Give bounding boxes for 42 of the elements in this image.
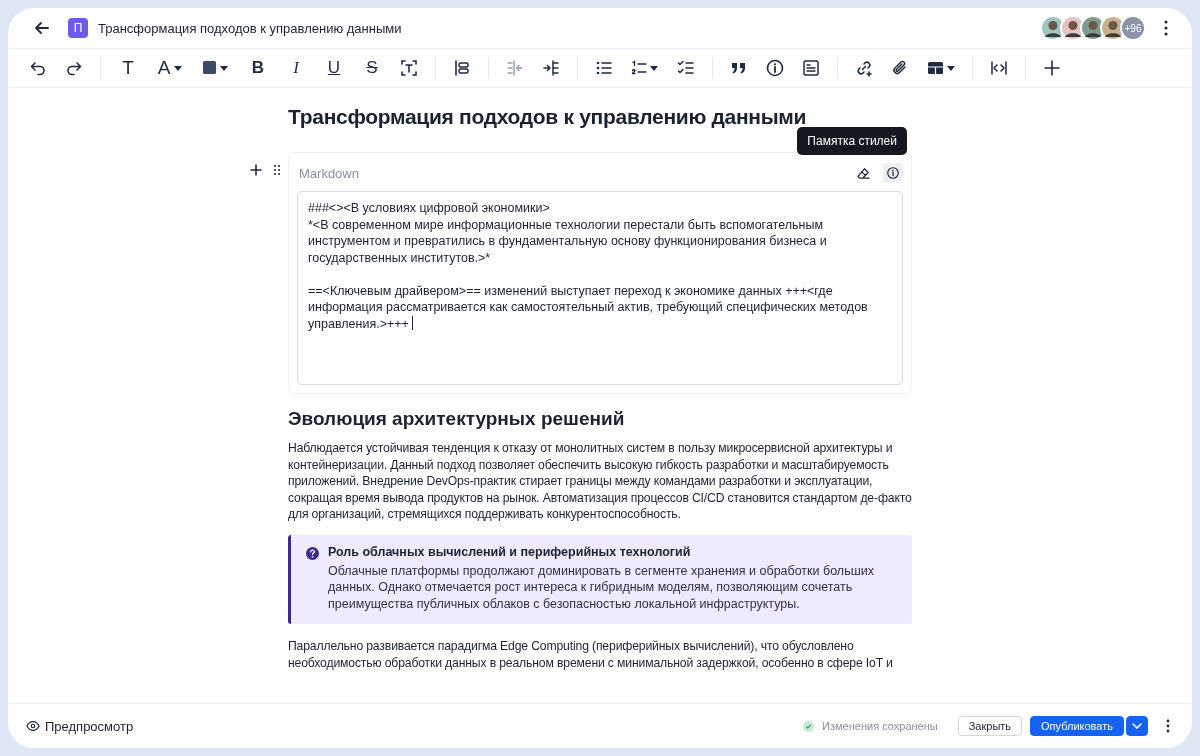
markdown-input[interactable]: ###<><В условиях цифровой экономики> *<В современном мире информационные технологии перестали быть вспомогательным инструментом и превратились в фундаментальную основу функционирования бизнеса и государственных институтов.>* ==<Ключевым драйвером>== изменений выступает переход к экономике данных +++<где информация рассматривается как самостоятельный актив, требующий специфических методов управления.>+++	[297, 191, 903, 385]
callout-text: Облачные платформы продолжают доминировать в сегменте хранения и обработки больших данных. Однако отмечается рост интереса к гибридным моделям, позволяющим сочетать преимущества публичных облаков с безопасностью локальной инфраструктуры.	[328, 562, 875, 612]
text-frame-icon[interactable]	[399, 58, 419, 78]
dropdown-button[interactable]	[1126, 716, 1148, 736]
space-badge: П	[68, 18, 88, 38]
underline-button[interactable]: U	[323, 58, 345, 78]
preview-button[interactable]: Предпросмотр	[26, 718, 134, 734]
align-left-icon[interactable]	[452, 58, 472, 78]
section-heading: Эволюция архитектурных решений	[288, 408, 626, 430]
question-icon	[306, 546, 319, 560]
close-button[interactable]: Закрыть	[957, 716, 1023, 736]
info-icon[interactable]	[765, 58, 785, 78]
chevron-icon	[1132, 723, 1142, 729]
link-icon[interactable]	[854, 58, 874, 78]
more-icon[interactable]	[1166, 719, 1170, 733]
callout-title: Роль облачных вычислений и периферийных технологий	[328, 544, 692, 559]
save-status: Изменения сохранены	[822, 720, 938, 732]
check-icon	[803, 720, 815, 732]
eraser-icon[interactable]	[856, 165, 871, 181]
tooltip: Памятка стилей	[797, 127, 907, 155]
paragraph: Параллельно развивается парадигма Edge Computing (периферийных вычислений), что обусловлено необходимостью обработки данных в реальном времени с минимальной задержкой, особенно в сфере IoT и	[288, 638, 894, 671]
page-title: Трансформация подходов к управлению данными	[288, 104, 808, 130]
italic-button[interactable]: I	[285, 58, 307, 78]
more-icon[interactable]	[1164, 20, 1168, 36]
add-block-icon[interactable]	[250, 164, 262, 176]
eye-icon	[26, 719, 40, 733]
add-icon[interactable]	[1042, 58, 1062, 78]
info-icon	[886, 166, 900, 180]
font-color-button[interactable]: A	[155, 57, 185, 79]
drag-handle-icon[interactable]	[273, 164, 281, 176]
text-style-button[interactable]: T	[117, 57, 139, 79]
indent-icon[interactable]	[541, 58, 561, 78]
publish-button[interactable]: Опубликовать	[1030, 716, 1124, 736]
block-label: Markdown	[299, 165, 359, 181]
strikethrough-button[interactable]: S	[361, 58, 383, 78]
style-guide-button[interactable]	[883, 163, 903, 183]
paragraph: Наблюдается устойчивая тенденция к отказу от монолитных систем в пользу микросервисной архитектуры и контейнеризации. Данный подход позволяет обеспечить высокую гибкость разработки и масштабируемость приложений. Внедрение DevOps-практик стирает границы между командами разработки и эксплуатации, сокращая время вывода продуктов на рынок. Автоматизация процессов CI/CD становится стандартом де-факто для организаций, стремящихся поддерживать конкурентоспособность.	[288, 440, 912, 523]
card-icon[interactable]	[801, 58, 821, 78]
code-icon[interactable]	[989, 58, 1009, 78]
bold-button[interactable]: B	[247, 58, 269, 78]
caret-icon	[174, 65, 183, 71]
document-title: Трансформация подходов к управлению данными	[98, 20, 402, 36]
